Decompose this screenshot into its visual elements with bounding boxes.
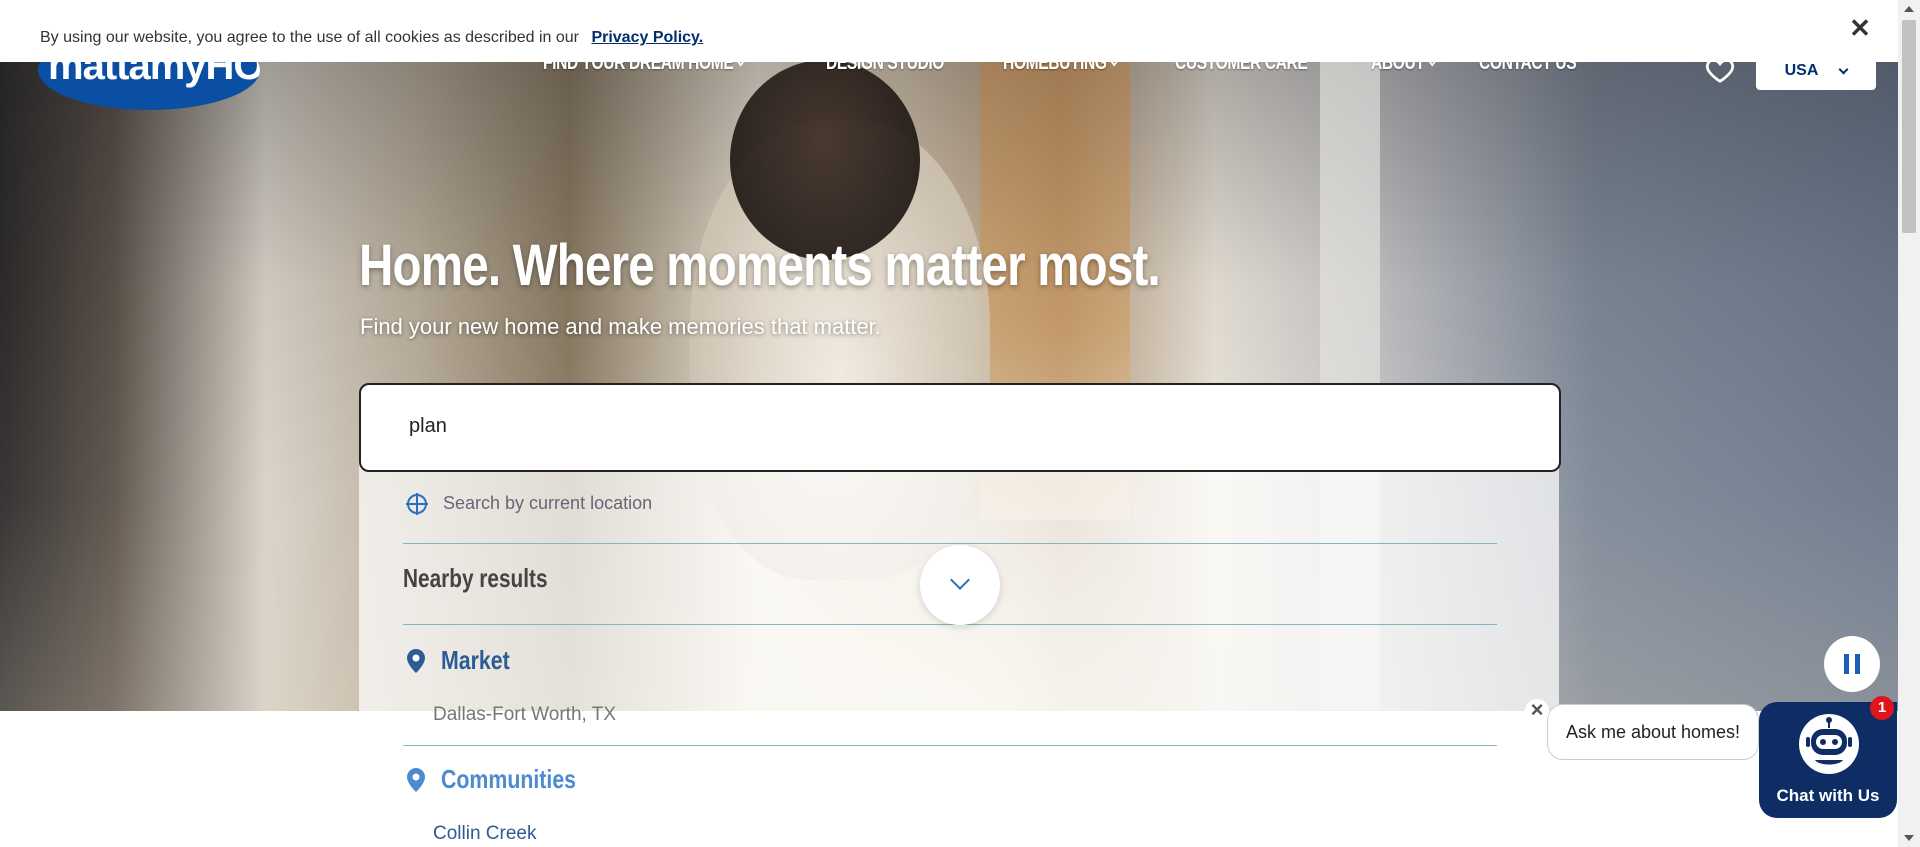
chevron-down-icon (950, 570, 970, 590)
search-results-dropdown: Search by current location Nearby result… (359, 459, 1559, 847)
hero-headline: Home. Where moments matter most. (359, 233, 1161, 298)
divider (403, 624, 1497, 625)
divider (403, 543, 1497, 544)
close-icon[interactable]: ✕ (1846, 14, 1874, 42)
robot-icon (1799, 714, 1859, 774)
country-label: USA (1784, 62, 1819, 79)
current-location-label: Search by current location (443, 493, 653, 513)
nearby-results-heading: Nearby results (403, 563, 548, 593)
search-box (359, 383, 1561, 472)
hero-girl-hair (730, 60, 920, 260)
map-pin-icon (407, 648, 425, 673)
results-group-market: Market (407, 645, 525, 676)
chat-prompt-bubble[interactable]: Ask me about homes! (1547, 704, 1759, 760)
cookie-message: By using our website, you agree to the u… (40, 29, 703, 47)
hero-subhead: Find your new home and make memories tha… (360, 314, 881, 339)
chat-widget-button[interactable]: Chat with Us (1759, 702, 1897, 818)
cookie-banner: By using our website, you agree to the u… (0, 0, 1898, 62)
pause-icon (1855, 654, 1860, 674)
chat-label: Chat with Us (1776, 786, 1880, 805)
result-item[interactable]: Dallas-Fort Worth, TX (433, 704, 616, 726)
privacy-policy-link[interactable]: Privacy Policy. (591, 29, 703, 46)
pause-icon (1844, 654, 1849, 674)
pause-video-button[interactable] (1824, 636, 1880, 692)
map-pin-icon (407, 767, 425, 792)
chevron-down-icon (1838, 64, 1849, 74)
close-icon[interactable]: × (1525, 699, 1549, 723)
divider (403, 745, 1497, 746)
result-item[interactable]: Collin Creek (433, 823, 536, 845)
group-label: Market (441, 645, 510, 675)
scroll-up-arrow-icon[interactable] (1904, 6, 1914, 12)
notification-badge: 1 (1870, 696, 1894, 720)
search-input[interactable] (409, 415, 1509, 438)
scrollbar-thumb[interactable] (1902, 20, 1916, 233)
crosshair-icon (406, 492, 428, 515)
group-label: Communities (441, 764, 577, 794)
search-current-location-option[interactable]: Search by current location (406, 492, 653, 515)
page-scrollbar[interactable] (1898, 0, 1920, 847)
cookie-text: By using our website, you agree to the u… (40, 29, 579, 46)
scroll-down-arrow-icon[interactable] (1904, 835, 1914, 841)
scroll-down-button[interactable] (920, 545, 1000, 625)
results-group-communities: Communities (407, 764, 606, 795)
